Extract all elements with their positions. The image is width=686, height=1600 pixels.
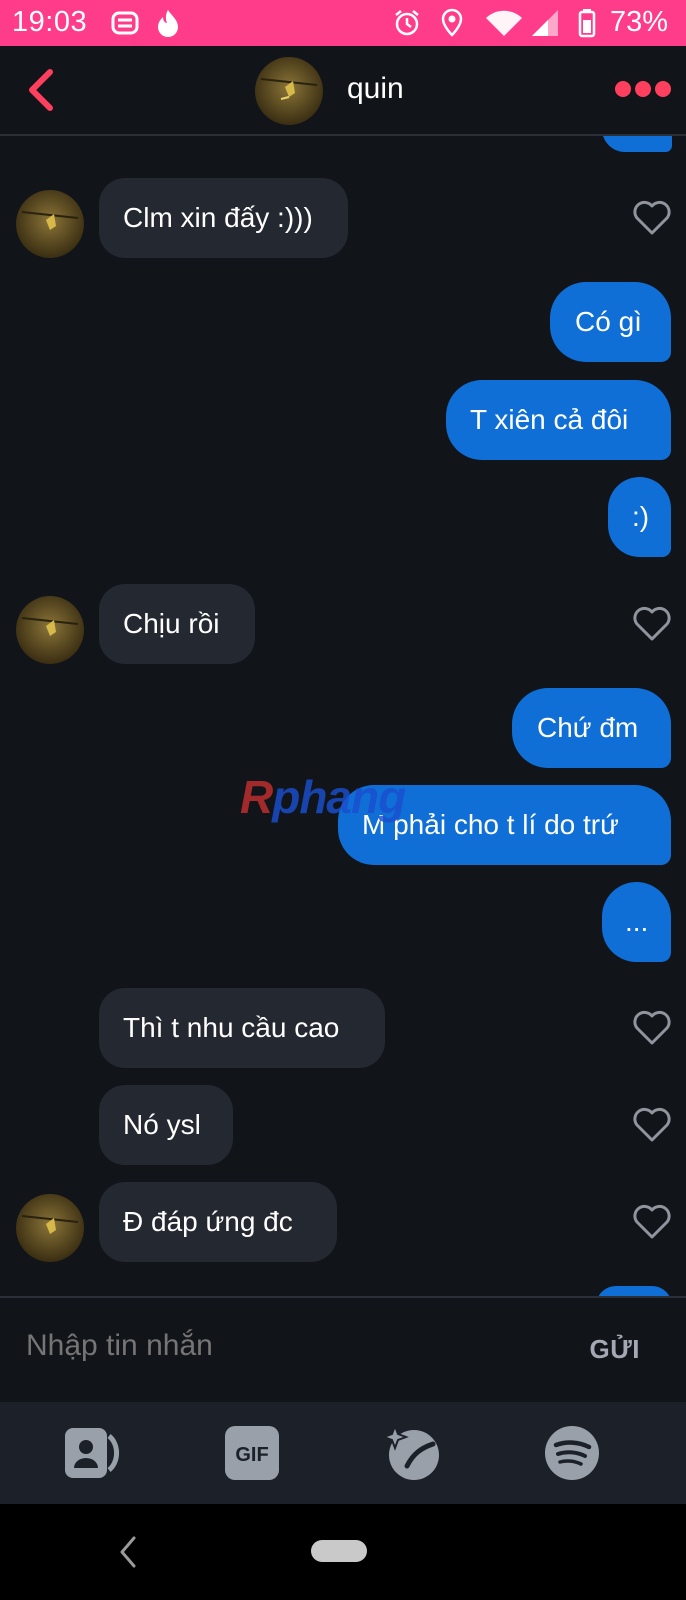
like-button[interactable] bbox=[632, 1105, 672, 1143]
sender-avatar[interactable] bbox=[16, 190, 84, 258]
message-text: T xiên cả đôi bbox=[470, 404, 629, 435]
sparkle-button[interactable] bbox=[381, 1423, 441, 1482]
message-bubble-outgoing[interactable]: T xiên cả đôi bbox=[446, 380, 671, 460]
more-dots-icon bbox=[615, 81, 671, 97]
watermark-logo: Rphang bbox=[240, 771, 406, 823]
gif-icon: GIF bbox=[225, 1426, 279, 1480]
message-text: Chứ đm bbox=[537, 712, 639, 743]
contact-card-icon bbox=[65, 1428, 120, 1478]
like-button[interactable] bbox=[632, 1008, 672, 1046]
heart-icon bbox=[633, 200, 671, 235]
battery-percent: 73% bbox=[609, 6, 668, 38]
notification-app-icon bbox=[110, 8, 140, 43]
contact-name[interactable]: quin bbox=[347, 72, 404, 106]
system-nav-bar bbox=[0, 1504, 686, 1600]
gif-button[interactable]: GIF bbox=[223, 1424, 281, 1482]
message-text: Đ đáp ứng đc bbox=[123, 1206, 293, 1237]
message-bubble-partial bbox=[596, 1286, 672, 1296]
message-bubble-incoming[interactable]: Clm xin đấy :))) bbox=[99, 178, 348, 258]
spotify-icon bbox=[545, 1426, 599, 1480]
heart-icon bbox=[633, 1107, 671, 1142]
send-button[interactable]: GỬI bbox=[589, 1334, 640, 1365]
message-bubble-partial bbox=[602, 136, 672, 152]
spotify-button[interactable] bbox=[543, 1424, 601, 1482]
message-bubble-incoming[interactable]: Nó ysl bbox=[99, 1085, 233, 1165]
sender-avatar[interactable] bbox=[16, 1194, 84, 1262]
heart-icon bbox=[633, 1204, 671, 1239]
location-icon bbox=[440, 8, 464, 43]
status-bar: 19:03 4 73% bbox=[0, 0, 686, 46]
message-bubble-incoming[interactable]: Chịu rồi bbox=[99, 584, 255, 664]
signal-icon bbox=[530, 8, 562, 43]
like-button[interactable] bbox=[632, 1202, 672, 1240]
message-text: Chịu rồi bbox=[123, 608, 220, 639]
message-text: :) bbox=[632, 501, 650, 532]
sender-avatar[interactable] bbox=[16, 596, 84, 664]
nav-back-icon bbox=[120, 1536, 136, 1568]
chat-header: quin bbox=[0, 46, 686, 136]
heart-icon bbox=[633, 606, 671, 641]
message-bubble-outgoing[interactable]: ... bbox=[602, 882, 671, 962]
like-button[interactable] bbox=[632, 198, 672, 236]
status-time: 19:03 bbox=[12, 6, 88, 38]
more-options-button[interactable] bbox=[614, 76, 672, 102]
like-button[interactable] bbox=[632, 604, 672, 642]
svg-text:4: 4 bbox=[490, 26, 496, 37]
message-text: Nó ysl bbox=[123, 1109, 201, 1140]
contact-card-button[interactable] bbox=[63, 1424, 121, 1482]
message-bubble-outgoing[interactable]: Chứ đm bbox=[512, 688, 671, 768]
message-bubble-incoming[interactable]: Đ đáp ứng đc bbox=[99, 1182, 337, 1262]
message-bubble-incoming[interactable]: Thì t nhu cầu cao bbox=[99, 988, 385, 1068]
contact-avatar[interactable] bbox=[255, 57, 323, 125]
message-composer: GỬI bbox=[0, 1296, 686, 1404]
battery-icon bbox=[578, 8, 596, 43]
message-list[interactable]: Clm xin đấy :))) Có gì T xiên cả đôi :) … bbox=[0, 136, 686, 1296]
sparkle-icon bbox=[381, 1423, 439, 1480]
home-pill-button[interactable] bbox=[311, 1540, 367, 1562]
flame-icon bbox=[154, 8, 182, 43]
message-input[interactable] bbox=[24, 1328, 508, 1364]
back-button[interactable] bbox=[22, 66, 62, 114]
svg-text:GIF: GIF bbox=[235, 1444, 268, 1466]
system-back-button[interactable] bbox=[116, 1534, 140, 1570]
message-text: ... bbox=[625, 906, 649, 937]
message-text: Có gì bbox=[575, 306, 642, 337]
heart-icon bbox=[633, 1010, 671, 1045]
chevron-left-icon bbox=[29, 69, 53, 111]
message-text: Clm xin đấy :))) bbox=[123, 202, 313, 233]
message-bubble-outgoing[interactable]: Có gì bbox=[550, 282, 671, 362]
wifi-icon: 4 bbox=[484, 8, 524, 43]
alarm-icon bbox=[392, 8, 422, 43]
message-text: Thì t nhu cầu cao bbox=[123, 1012, 340, 1043]
message-bubble-outgoing[interactable]: :) bbox=[608, 477, 671, 557]
attachment-toolbar: GIF bbox=[0, 1402, 686, 1504]
